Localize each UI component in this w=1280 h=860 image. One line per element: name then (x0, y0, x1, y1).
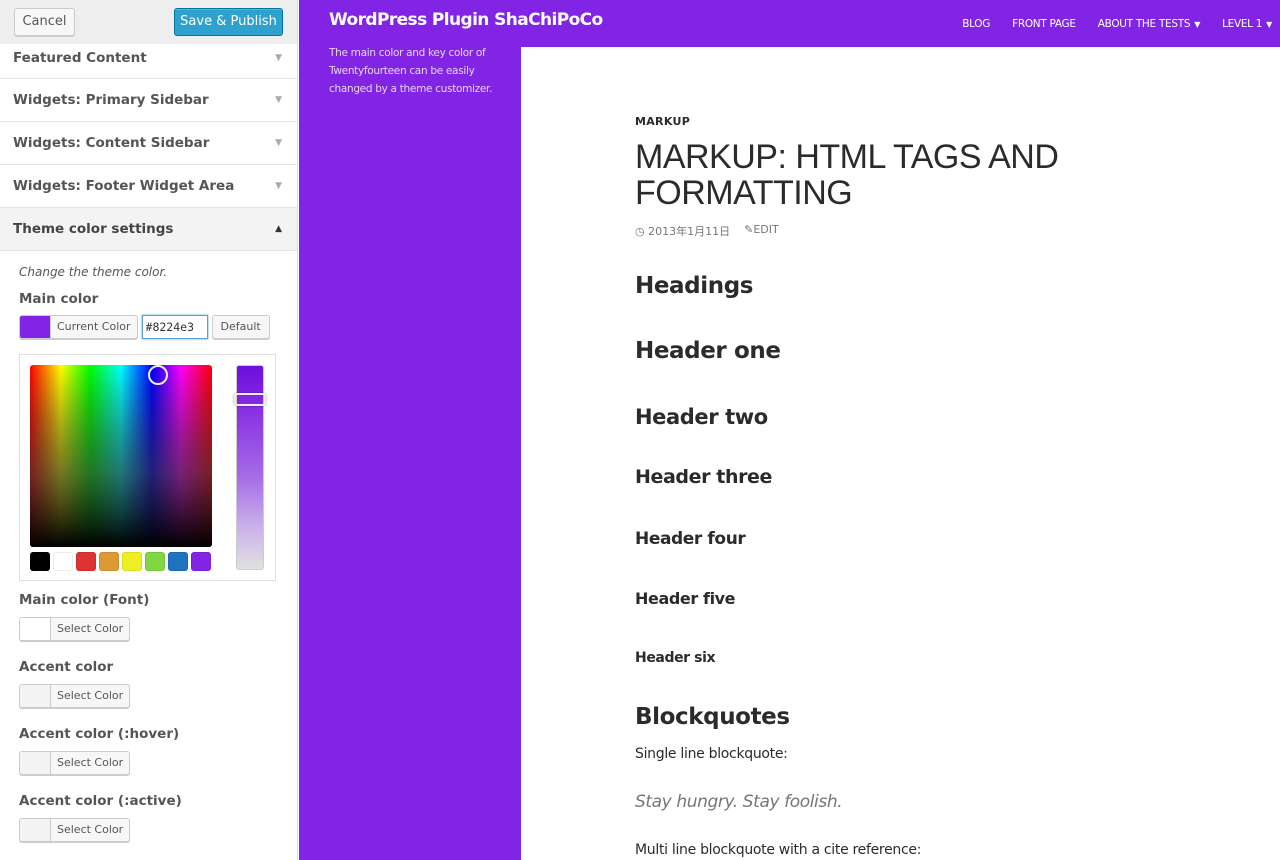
site-preview: WordPress Plugin ShaChiPoCo BLOG FRONT P… (299, 0, 1280, 860)
select-color-label: Select Color (57, 756, 124, 769)
palette-swatch-orange[interactable] (99, 552, 119, 571)
theme-color-panel: Change the theme color. Main color Curre… (0, 265, 297, 339)
post-title: MARKUP: HTML TAGS AND FORMATTING (635, 138, 1059, 212)
chevron-down-icon: ▼ (275, 138, 282, 148)
heading-h4: Header four (635, 529, 746, 549)
heading-headings: Headings (635, 273, 754, 299)
color-swatch (20, 752, 51, 774)
post-date-link[interactable]: ◷ 2013年1月11日 (635, 223, 730, 239)
customizer-sidebar: Cancel Save & Publish Featured Content ▼… (0, 0, 298, 860)
chevron-down-icon: ▼ (275, 181, 282, 191)
palette-swatch-green[interactable] (145, 552, 165, 571)
control-label: Accent color (:active) (19, 793, 182, 809)
edit-label: EDIT (753, 223, 779, 236)
cancel-button[interactable]: Cancel (14, 8, 75, 36)
color-picker-handle[interactable] (148, 365, 168, 385)
site-title-link[interactable]: WordPress Plugin ShaChiPoCo (329, 10, 603, 30)
nav-label: LEVEL 1 (1222, 17, 1263, 30)
color-picker (19, 354, 276, 581)
accent-color-control: Accent color Select Color (19, 659, 131, 708)
heading-h5: Header five (635, 589, 736, 608)
color-swatch (20, 685, 51, 707)
section-widgets-footer-widget-area[interactable]: Widgets: Footer Widget Area ▼ (0, 165, 297, 208)
nav-item-about-the-tests[interactable]: ABOUT THE TESTS ▼ (1097, 17, 1201, 30)
color-swatch (20, 819, 51, 841)
select-color-label: Select Color (57, 689, 124, 702)
section-theme-color-settings[interactable]: Theme color settings ▲ (0, 208, 297, 251)
select-color-button[interactable]: Select Color (19, 751, 131, 775)
section-label: Widgets: Footer Widget Area (13, 178, 235, 194)
nav-label: ABOUT THE TESTS (1097, 17, 1191, 30)
saturation-value-square[interactable] (30, 365, 212, 547)
nav-item-level-1[interactable]: LEVEL 1 ▼ (1222, 18, 1272, 30)
post-meta: ◷ 2013年1月11日 ✎EDIT (635, 223, 1195, 239)
heading-h3: Header three (635, 466, 773, 488)
caret-down-icon: ▼ (1266, 19, 1272, 29)
site-header: WordPress Plugin ShaChiPoCo BLOG FRONT P… (299, 0, 1280, 47)
site-left-column: The main color and key color of Twentyfo… (299, 47, 521, 860)
site-description: The main color and key color of Twentyfo… (329, 47, 493, 95)
select-color-label: Select Color (57, 622, 124, 635)
palette-swatch-white[interactable] (53, 552, 73, 571)
heading-h2: Header two (635, 405, 768, 429)
post-date: 2013年1月11日 (648, 225, 731, 238)
heading-h1: Header one (635, 338, 781, 364)
select-color-button[interactable]: Select Color (19, 818, 131, 842)
post-content: MARKUP MARKUP: HTML TAGS AND FORMATTING … (635, 115, 1195, 239)
section-label: Widgets: Primary Sidebar (13, 92, 209, 108)
control-label: Main color (Font) (19, 592, 150, 608)
blockquote: Stay hungry. Stay foolish. (635, 792, 843, 812)
select-color-label: Select Color (57, 823, 124, 836)
chevron-up-icon: ▲ (275, 224, 282, 234)
section-description: Change the theme color. (19, 265, 168, 279)
palette-swatch-blue[interactable] (168, 552, 188, 571)
main-color-font-control: Main color (Font) Select Color (19, 592, 149, 641)
save-publish-button[interactable]: Save & Publish (174, 8, 283, 36)
chevron-down-icon: ▼ (275, 95, 282, 105)
category-link[interactable]: MARKUP (635, 115, 1195, 128)
control-label: Accent color (:hover) (19, 726, 180, 742)
heading-blockquotes: Blockquotes (635, 704, 790, 730)
clock-icon: ◷ (635, 225, 645, 238)
current-color-button[interactable]: Current Color (19, 315, 138, 339)
palette-swatch-black[interactable] (30, 552, 50, 571)
heading-h6: Header six (635, 650, 716, 666)
nav-item-blog[interactable]: BLOG (962, 18, 990, 30)
caret-down-icon: ▼ (1194, 19, 1201, 29)
section-widgets-primary-sidebar[interactable]: Widgets: Primary Sidebar ▼ (0, 79, 297, 122)
single-line-label: Single line blockquote: (635, 746, 788, 762)
section-label: Theme color settings (13, 221, 174, 237)
hex-color-input[interactable] (141, 315, 208, 339)
color-palette (30, 552, 211, 571)
primary-navigation: BLOG FRONT PAGE ABOUT THE TESTS ▼ LEVEL 1… (962, 0, 1280, 47)
section-widgets-content-sidebar[interactable]: Widgets: Content Sidebar ▼ (0, 122, 297, 165)
nav-label: FRONT PAGE (1012, 17, 1076, 30)
accent-color-active-control: Accent color (:active) Select Color (19, 793, 182, 842)
current-color-label: Current Color (57, 320, 131, 333)
accent-color-hover-control: Accent color (:hover) Select Color (19, 726, 179, 775)
default-color-button[interactable]: Default (211, 315, 270, 339)
palette-swatch-purple[interactable] (191, 552, 211, 571)
edit-link[interactable]: ✎EDIT (744, 223, 779, 239)
main-color-control: Current Color Default (19, 315, 278, 339)
palette-swatch-yellow[interactable] (122, 552, 142, 571)
hue-slider[interactable] (234, 365, 266, 570)
section-label: Widgets: Content Sidebar (13, 135, 210, 151)
nav-item-front-page[interactable]: FRONT PAGE (1012, 18, 1076, 30)
palette-swatch-red[interactable] (76, 552, 96, 571)
section-label: Featured Content (13, 50, 147, 66)
chevron-down-icon: ▼ (275, 53, 282, 63)
color-swatch (20, 316, 51, 338)
hue-slider-handle[interactable] (234, 393, 266, 406)
nav-label: BLOG (962, 17, 991, 30)
multi-line-label: Multi line blockquote with a cite refere… (635, 842, 922, 858)
section-featured-content[interactable]: Featured Content ▼ (0, 44, 297, 79)
main-color-label: Main color (19, 291, 99, 307)
color-swatch (20, 618, 51, 640)
select-color-button[interactable]: Select Color (19, 617, 131, 641)
control-label: Accent color (19, 659, 114, 675)
customizer-header: Cancel Save & Publish (0, 0, 297, 44)
select-color-button[interactable]: Select Color (19, 684, 131, 708)
pencil-icon: ✎ (744, 223, 754, 236)
